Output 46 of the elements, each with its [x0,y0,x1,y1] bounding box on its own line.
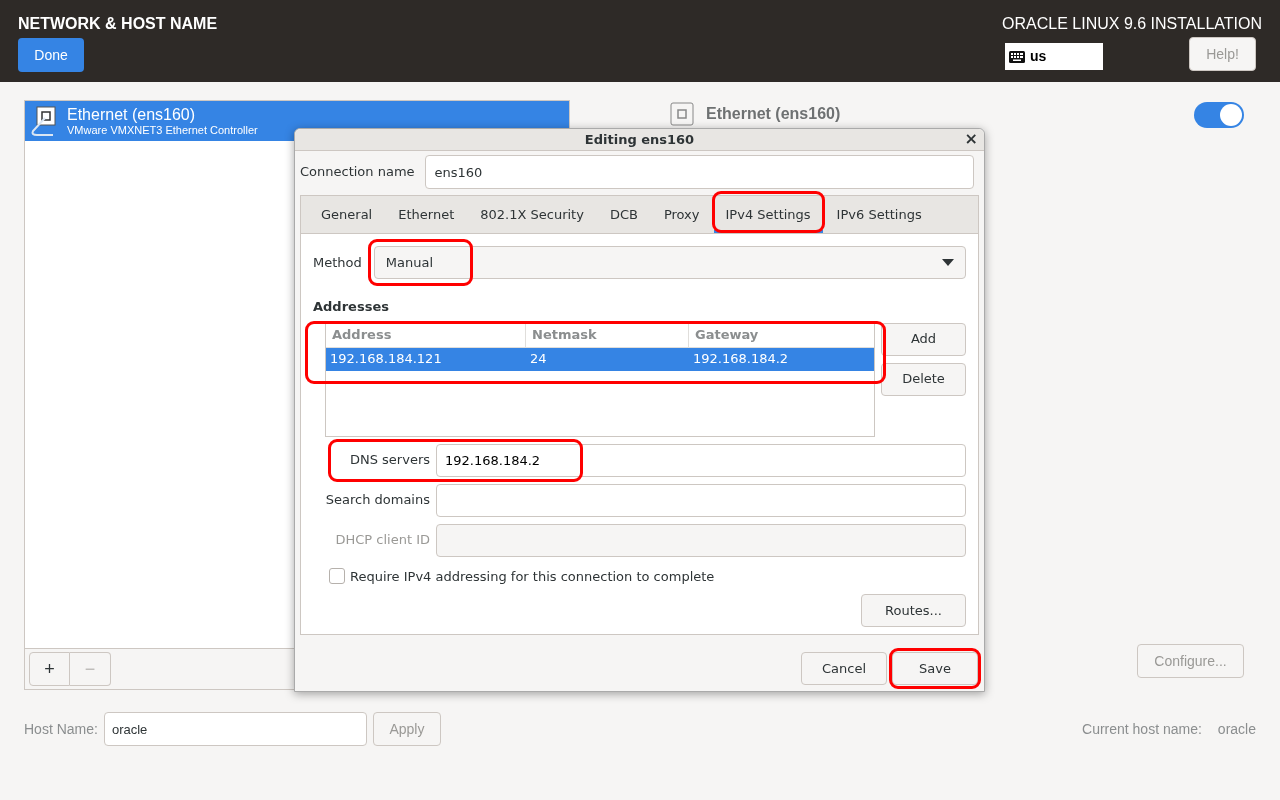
text-field[interactable]: 192.168.184.2 [436,443,966,477]
method-dropdown[interactable]: Manual [373,246,966,279]
address-row[interactable]: 192.168.184.121 24 192.168.184.2 [326,347,874,371]
checkbox-box[interactable] [329,568,345,585]
table-cell-text: 192.168.184.121 [329,350,443,369]
delete-button[interactable]: Delete [881,362,966,396]
product-title: ORACLE LINUX 9.6 INSTALLATION [1002,14,1262,34]
keyboard-layout-label: us [1030,47,1047,66]
device-name: Ethernet (ens160) [67,105,197,124]
field-label: DNS servers [348,451,430,470]
done-button[interactable]: Done [18,38,84,72]
save-button[interactable]: Save [892,652,978,685]
table-cell-text: 24 [529,350,548,369]
device-description: VMware VMXNET3 Ethernet Controller [67,124,258,137]
device-detail-name: Ethernet (ens160) [706,104,841,124]
keyboard-layout-indicator[interactable]: us [1005,43,1103,70]
tab[interactable]: General [309,196,385,233]
require-ipv4-checkbox[interactable]: Require IPv4 addressing for this connection to complete [313,566,966,586]
current-host-name-label: Current host name: [1082,719,1202,739]
addresses-heading: Addresses [313,298,390,316]
close-button[interactable]: × [964,130,978,148]
host-name-field[interactable]: oracle [103,712,367,746]
add-device-button[interactable]: + [29,652,70,686]
dialog-title: Editing ens160 [584,130,695,149]
add-button[interactable]: Add [881,322,966,356]
tab[interactable]: 802.1X Security [468,196,596,233]
page-title: NETWORK & HOST NAME [18,14,218,34]
cancel-button[interactable]: Cancel [801,652,887,685]
device-toggle-switch[interactable] [1194,102,1244,128]
tab[interactable]: Proxy [651,196,712,233]
tab[interactable]: IPv6 Settings [824,196,934,233]
host-name-label: Host Name: [24,719,98,739]
routes-button[interactable]: Routes... [861,594,966,627]
ethernet-port-icon [29,105,59,137]
connection-name-label: Connection name [300,163,415,182]
table-cell-text: 192.168.184.2 [692,350,790,369]
field-label: DHCP client ID [334,531,430,550]
field-label: Search domains [324,491,430,510]
dropdown-caret-icon [942,259,954,266]
method-label: Method [313,253,362,272]
current-host-name-value: oracle [1217,719,1256,739]
connection-name-field[interactable]: ens160 [424,155,974,189]
tab[interactable]: Ethernet [386,196,467,233]
ethernet-port-icon [670,102,694,126]
tab[interactable]: DCB [597,196,650,233]
keyboard-icon [1009,50,1025,63]
